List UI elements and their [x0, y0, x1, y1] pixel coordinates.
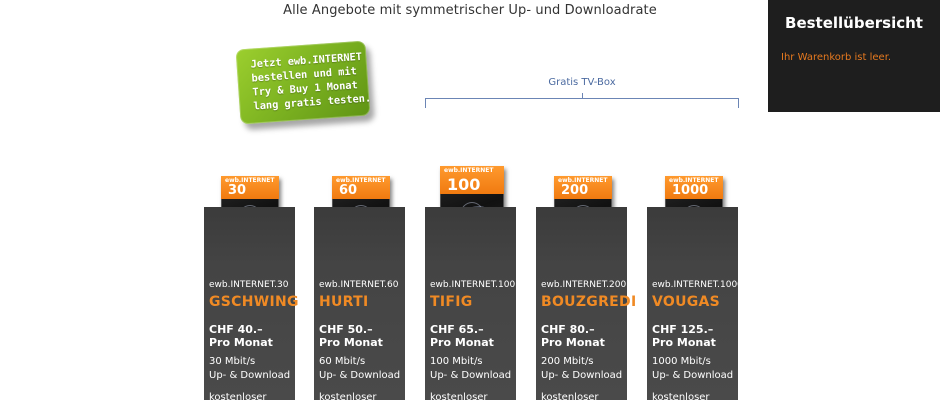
product-name: ewb.INTERNET.30: [209, 280, 289, 290]
product-price: CHF 50.–: [319, 323, 373, 336]
box-number: 60: [339, 183, 358, 198]
box-number: 200: [561, 183, 589, 198]
product-period: Pro Monat: [319, 336, 383, 349]
product-name: ewb.INTERNET.1000: [652, 280, 743, 290]
box-lid: ewb.INTERNET 30: [221, 176, 279, 199]
product-extra: kostenloser: [541, 392, 599, 400]
box-number: 30: [228, 183, 247, 198]
box-lid: ewb.INTERNET 100: [440, 166, 504, 194]
product-name: ewb.INTERNET.200: [541, 280, 627, 290]
product-price: CHF 65.–: [430, 323, 484, 336]
tvbox-bracket: [425, 93, 739, 108]
product-extra: kostenloser: [652, 392, 710, 400]
promo-sticker[interactable]: Jetzt ewb.INTERNET bestellen und mit Try…: [235, 40, 371, 125]
product-speed: 200 Mbit/s: [541, 356, 594, 367]
product-price: CHF 125.–: [652, 323, 714, 336]
cart-title: Bestellübersicht: [785, 14, 923, 32]
product-speed: 1000 Mbit/s: [652, 356, 711, 367]
bracket-tick: [582, 93, 583, 99]
product-card-1000[interactable]: ewb.INTERNET.1000 VOUGAS CHF 125.– Pro M…: [647, 207, 743, 400]
product-tag: TIFIG: [430, 294, 473, 310]
product-updown: Up- & Download: [541, 370, 623, 381]
product-extra: kostenloser: [430, 392, 488, 400]
product-tag: VOUGAS: [652, 294, 721, 310]
cart-panel: Bestellübersicht Ihr Warenkorb ist leer.: [768, 0, 940, 112]
product-updown: Up- & Download: [319, 370, 401, 381]
box-number: 1000: [672, 183, 709, 198]
box-brand: ewb.INTERNET: [444, 167, 494, 174]
box-lid: ewb.INTERNET 200: [554, 176, 612, 199]
product-tag: BOUZGREDI: [541, 294, 637, 310]
product-speed: 60 Mbit/s: [319, 356, 366, 367]
product-tag: HURTI: [319, 294, 369, 310]
product-card-200[interactable]: ewb.INTERNET.200 BOUZGREDI CHF 80.– Pro …: [536, 207, 636, 400]
product-tag: GSCHWING: [209, 294, 299, 310]
product-period: Pro Monat: [541, 336, 605, 349]
product-price: CHF 80.–: [541, 323, 595, 336]
tvbox-label: Gratis TV-Box: [548, 77, 616, 88]
cart-empty-message: Ihr Warenkorb ist leer.: [781, 52, 892, 63]
product-period: Pro Monat: [209, 336, 273, 349]
product-updown: Up- & Download: [209, 370, 291, 381]
product-extra: kostenloser: [209, 392, 267, 400]
product-card-30[interactable]: ewb.INTERNET.30 GSCHWING CHF 40.– Pro Mo…: [204, 207, 299, 400]
product-period: Pro Monat: [430, 336, 494, 349]
product-card-100[interactable]: ewb.INTERNET.100 TIFIG CHF 65.– Pro Mona…: [425, 207, 516, 400]
box-number: 100: [447, 175, 481, 194]
product-name: ewb.INTERNET.100: [430, 280, 516, 290]
product-period: Pro Monat: [652, 336, 716, 349]
product-speed: 30 Mbit/s: [209, 356, 256, 367]
page-headline: Alle Angebote mit symmetrischer Up- und …: [283, 3, 657, 18]
product-updown: Up- & Download: [652, 370, 734, 381]
product-card-60[interactable]: ewb.INTERNET.60 HURTI CHF 50.– Pro Monat…: [314, 207, 405, 400]
product-speed: 100 Mbit/s: [430, 356, 483, 367]
box-lid: ewb.INTERNET 1000: [665, 176, 723, 199]
product-price: CHF 40.–: [209, 323, 263, 336]
product-updown: Up- & Download: [430, 370, 512, 381]
product-extra: kostenloser: [319, 392, 377, 400]
product-name: ewb.INTERNET.60: [319, 280, 399, 290]
box-lid: ewb.INTERNET 60: [332, 176, 390, 199]
